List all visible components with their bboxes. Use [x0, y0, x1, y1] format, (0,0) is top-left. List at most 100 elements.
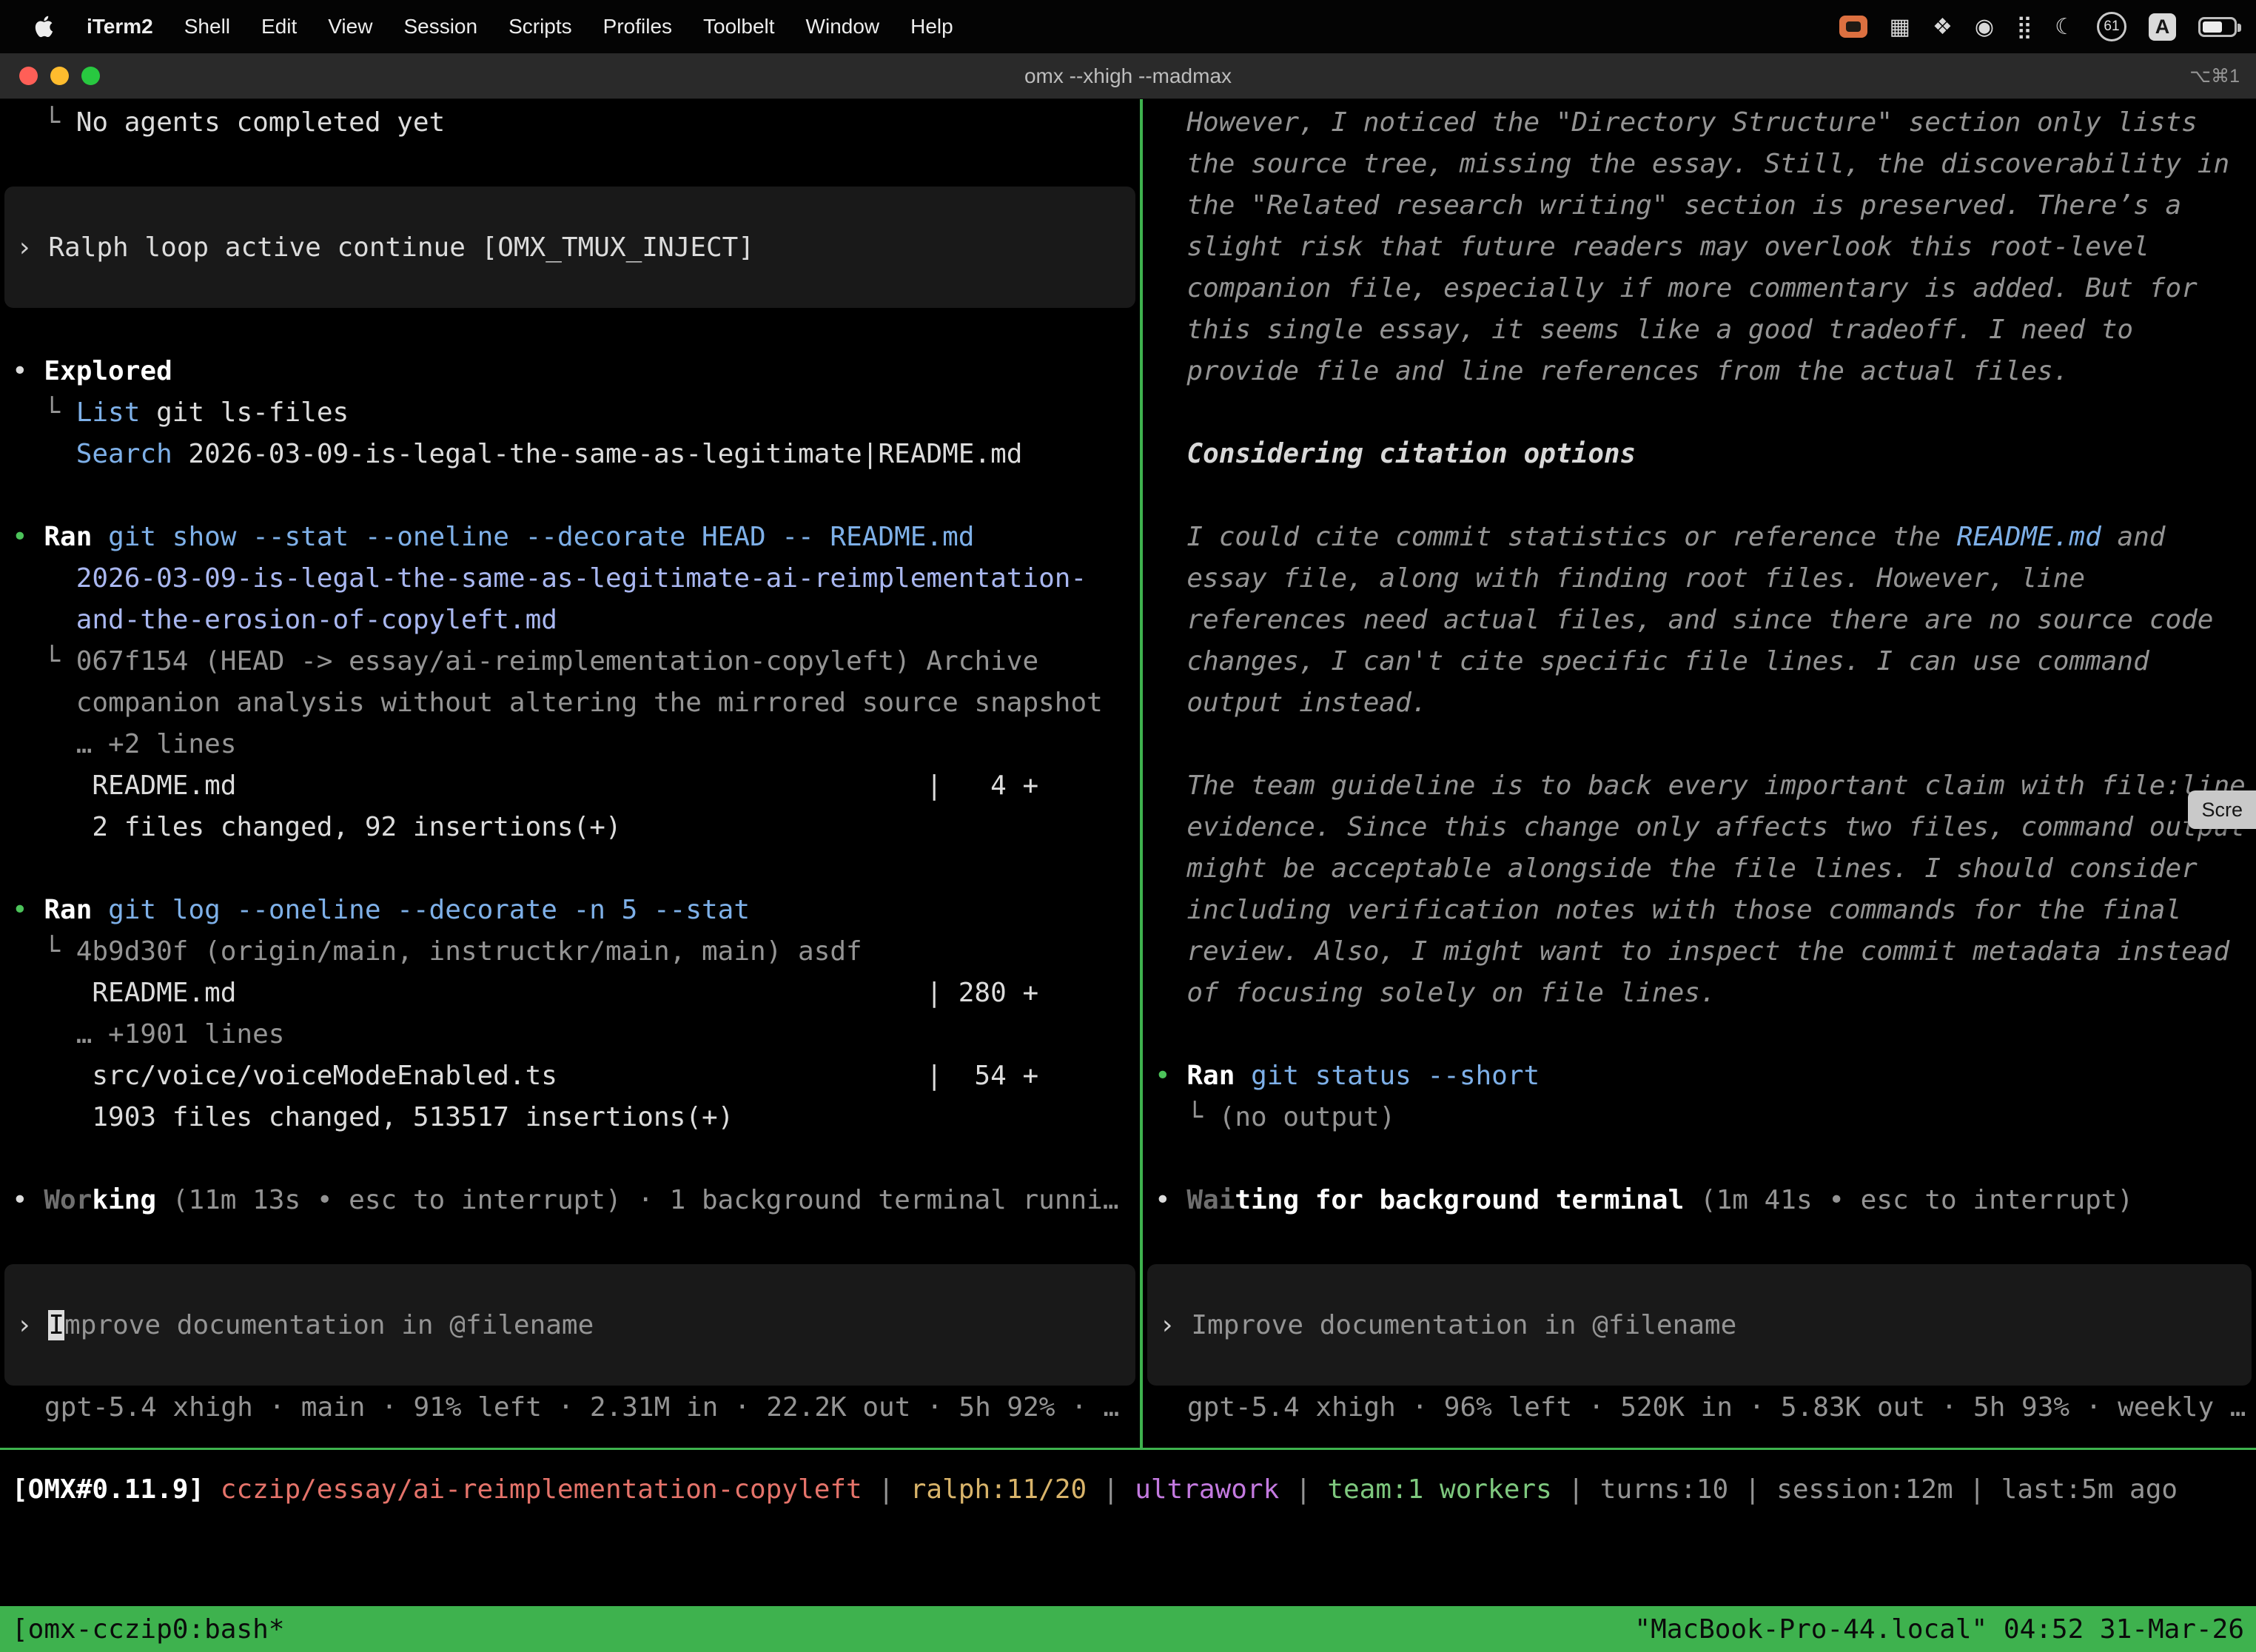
menu-session[interactable]: Session	[388, 15, 493, 38]
text-segment: and-the-erosion-of-copyleft.md	[76, 605, 557, 635]
zoom-button[interactable]	[81, 67, 100, 85]
text-segment: 067f154 (HEAD -> essay/ai-reimplementati…	[76, 646, 1038, 676]
text-segment: •	[12, 522, 44, 552]
minimize-button[interactable]	[50, 67, 69, 85]
text-segment: |	[1552, 1474, 1600, 1505]
battery-percent-badge[interactable]: 61	[2097, 12, 2126, 41]
left-prompt-input[interactable]: › Improve documentation in @filename	[4, 1264, 1135, 1386]
left-terminal-pane[interactable]: └ No agents completed yet › Ralph loop ac…	[0, 99, 1140, 1448]
terminal-line: 2026-03-09-is-legal-the-same-as-legitima…	[0, 558, 1140, 600]
text-segment: Explored	[44, 356, 172, 386]
window-shortcut-badge: ⌥⌘1	[2189, 65, 2240, 87]
terminal-line: and-the-erosion-of-copyleft.md	[0, 600, 1140, 641]
text-segment: No agents completed yet	[76, 107, 446, 138]
menu-help[interactable]: Help	[895, 15, 969, 38]
menu-profiles[interactable]: Profiles	[588, 15, 688, 38]
left-session-status: gpt-5.4 xhigh · main · 91% left · 2.31M …	[0, 1387, 1140, 1428]
terminal-line: slight risk that future readers may over…	[1143, 226, 2256, 268]
text-segment: references need actual files, and since …	[1155, 605, 2213, 635]
menu-toolbelt[interactable]: Toolbelt	[688, 15, 790, 38]
menu-items: iTerm2ShellEditViewSessionScriptsProfile…	[71, 15, 969, 38]
terminal-line: └ List git ls-files	[0, 392, 1140, 434]
text-segment: output instead.	[1155, 688, 1427, 718]
apps-grid-icon[interactable]: ⣿	[2016, 14, 2032, 40]
terminal-line: README.md | 280 +	[0, 973, 1140, 1014]
menu-edit[interactable]: Edit	[246, 15, 312, 38]
input-source-icon[interactable]: A	[2149, 13, 2176, 41]
menu-scripts[interactable]: Scripts	[493, 15, 588, 38]
tmux-session-window-label[interactable]: [omx-cczip0:bash*	[12, 1614, 284, 1645]
text-segment: •	[1155, 1061, 1186, 1091]
blank-line	[0, 848, 1140, 890]
blank-line	[0, 309, 1140, 351]
text-segment: |	[862, 1474, 910, 1505]
terminal-line: └ 4b9d30f (origin/main, instructkr/main,…	[0, 931, 1140, 973]
text-segment	[12, 605, 76, 635]
screen-share-tooltip: Scre	[2188, 790, 2256, 829]
terminal-line: the "Related research writing" section i…	[1143, 185, 2256, 226]
blank-line	[1143, 475, 2256, 517]
text-segment	[12, 563, 76, 594]
text-segment: (1m 41s • esc to interrupt)	[1684, 1185, 2133, 1215]
ralph-inject-banner[interactable]: › Ralph loop active continue [OMX_TMUX_I…	[4, 187, 1135, 308]
right-terminal-pane[interactable]: However, I noticed the "Directory Struct…	[1143, 99, 2256, 1448]
menu-iterm2[interactable]: iTerm2	[71, 15, 169, 38]
blank-line	[0, 1138, 1140, 1180]
reasoning-heading: Considering citation options	[1143, 434, 2256, 475]
text-segment: I	[48, 1310, 64, 1340]
right-prompt-input[interactable]: › Improve documentation in @filename	[1147, 1264, 2252, 1386]
text-segment: |	[1087, 1474, 1135, 1505]
battery-icon[interactable]	[2198, 17, 2237, 37]
text-segment: └	[12, 397, 76, 428]
window-grid-icon[interactable]: ▦	[1890, 14, 1910, 40]
text-segment: |	[1728, 1474, 1776, 1505]
terminal-line: └ No agents completed yet	[0, 102, 1140, 144]
bottom-terminal-pane[interactable]: [OMX#0.11.9] cczip/essay/ai-reimplementa…	[0, 1450, 2256, 1606]
text-segment: changes, I can't cite specific file line…	[1155, 646, 2149, 676]
text-segment: Wai	[1186, 1185, 1235, 1215]
text-segment: turns:10	[1600, 1474, 1728, 1505]
moon-app-icon[interactable]: ☾	[2055, 14, 2075, 40]
text-segment: including verification notes with those …	[1155, 895, 2181, 925]
text-segment: gpt-5.4 xhigh · 96% left · 520K in · 5.8…	[1187, 1392, 2246, 1423]
terminal-line: • Explored	[0, 351, 1140, 392]
terminal-line: Search 2026-03-09-is-legal-the-same-as-l…	[0, 434, 1140, 475]
terminal-line: 2 files changed, 92 insertions(+)	[0, 807, 1140, 848]
text-segment: (no output)	[1219, 1102, 1395, 1132]
menu-shell[interactable]: Shell	[169, 15, 246, 38]
text-segment: ultrawork	[1135, 1474, 1279, 1505]
text-segment: cczip/essay/ai-reimplementation-copyleft	[221, 1474, 862, 1505]
close-button[interactable]	[19, 67, 38, 85]
terminal-line: changes, I can't cite specific file line…	[1143, 641, 2256, 682]
text-segment: · 1 background terminal runni…	[622, 1185, 1119, 1215]
sparkle-app-icon[interactable]: ❖	[1933, 14, 1953, 40]
text-segment: Ralph loop active continue [OMX_TMUX_INJ…	[48, 232, 754, 263]
text-segment	[92, 895, 108, 925]
text-segment: might be acceptable alongside the file l…	[1155, 853, 2198, 884]
text-segment: session:12m	[1776, 1474, 1953, 1505]
terminal-line: review. Also, I might want to inspect th…	[1143, 931, 2256, 973]
text-segment: Ran	[44, 895, 92, 925]
text-segment: last:5m ago	[2001, 1474, 2178, 1505]
terminal-line: might be acceptable alongside the file l…	[1143, 848, 2256, 890]
terminal-line: └ 067f154 (HEAD -> essay/ai-reimplementa…	[0, 641, 1140, 682]
apple-menu[interactable]	[19, 16, 71, 38]
text-segment: mprove documentation in @filename	[64, 1310, 594, 1340]
text-segment: 2 files changed, 92 insertions(+)	[12, 812, 622, 842]
macos-menu-bar: iTerm2ShellEditViewSessionScriptsProfile…	[0, 0, 2256, 53]
text-segment: review. Also, I might want to inspect th…	[1155, 936, 2229, 967]
menu-window[interactable]: Window	[790, 15, 896, 38]
target-app-icon[interactable]: ◉	[1975, 14, 1994, 40]
terminal-line: this single essay, it seems like a good …	[1143, 309, 2256, 351]
screen-recording-indicator[interactable]	[1839, 16, 1867, 38]
blank-line	[1143, 724, 2256, 765]
tmux-status-bar: [omx-cczip0:bash* "MacBook-Pro-44.local"…	[0, 1606, 2256, 1652]
tmux-host-clock-label: "MacBook-Pro-44.local" 04:52 31-Mar-26	[1634, 1614, 2244, 1645]
menu-view[interactable]: View	[312, 15, 388, 38]
terminal-line: • Waiting for background terminal (1m 41…	[1143, 1180, 2256, 1221]
text-segment: and	[2101, 522, 2166, 552]
terminal-line: companion file, especially if more comme…	[1143, 268, 2256, 309]
omx-status-line: [OMX#0.11.9] cczip/essay/ai-reimplementa…	[0, 1469, 2256, 1511]
text-segment: 1903 files changed, 513517 insertions(+)	[12, 1102, 733, 1132]
text-segment: (11m 13s • esc to interrupt)	[156, 1185, 622, 1215]
